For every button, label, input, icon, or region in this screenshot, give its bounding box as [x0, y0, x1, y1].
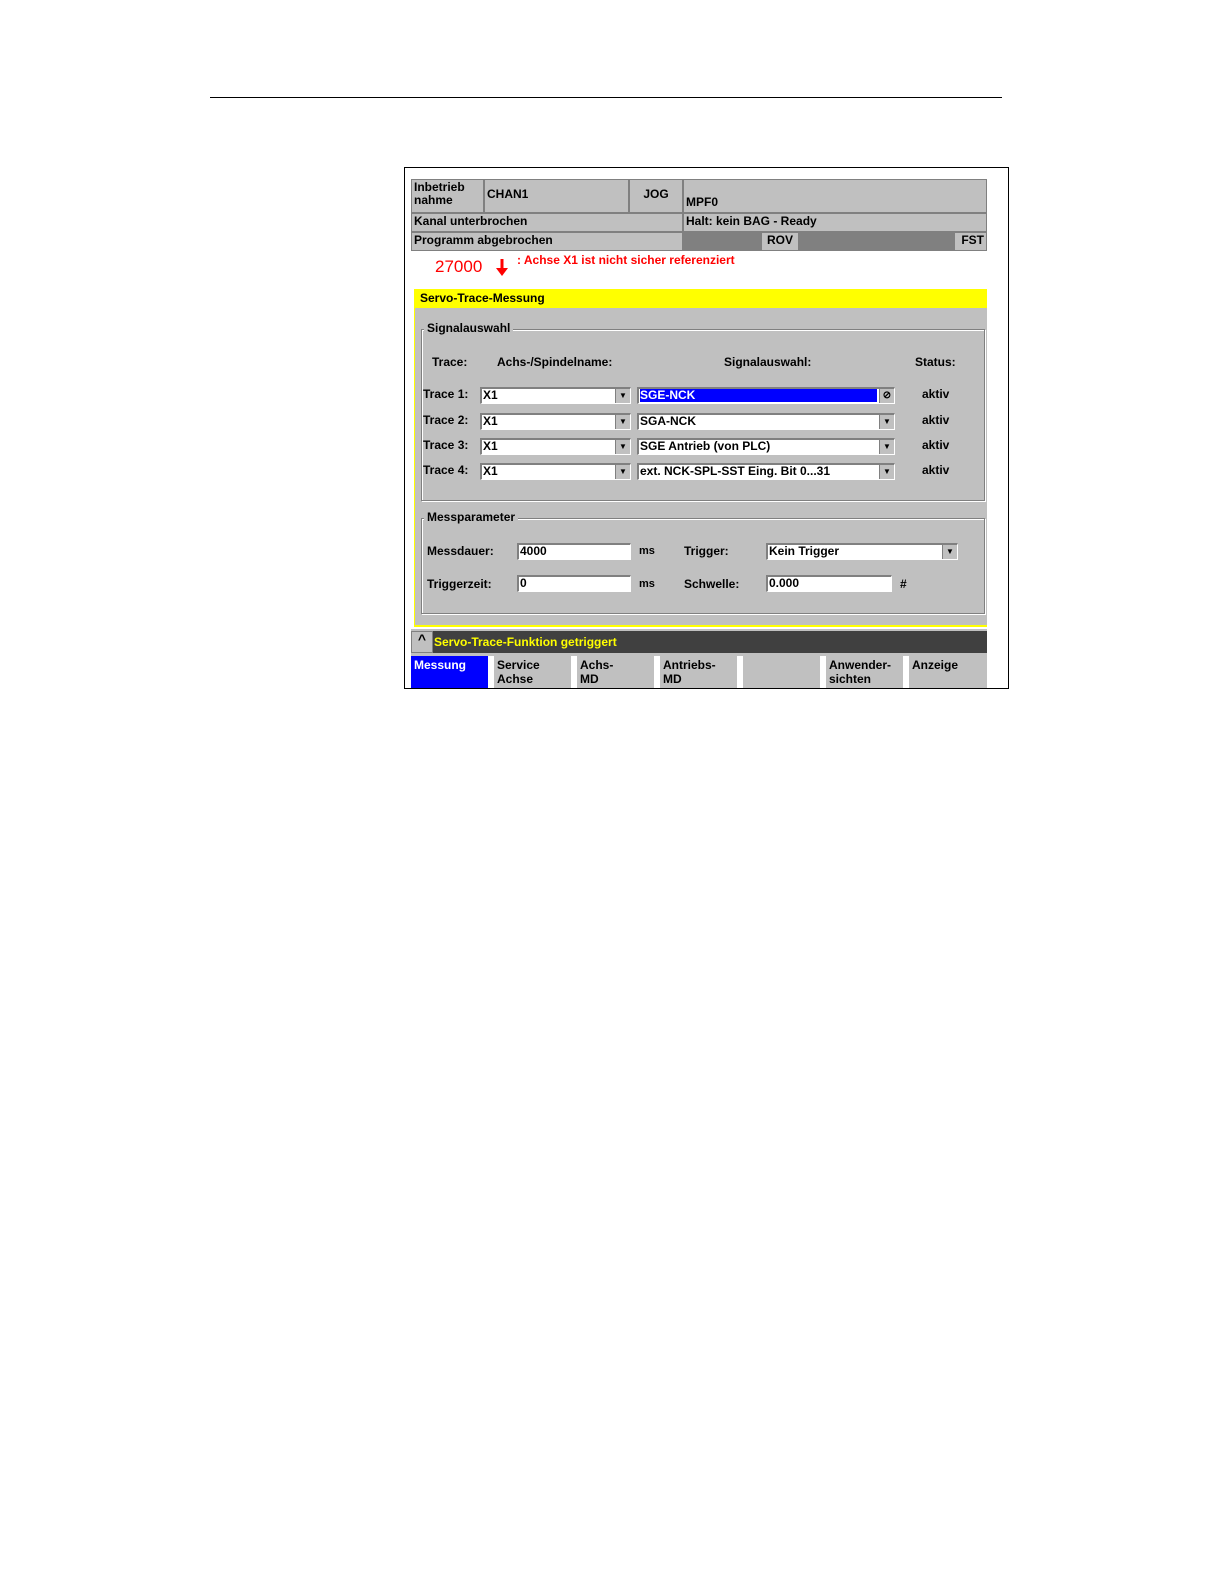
softkey-achs-md-line2: MD: [580, 672, 599, 686]
recall-caret-button[interactable]: ^: [411, 631, 433, 653]
chevron-down-icon[interactable]: ▼: [879, 440, 894, 454]
softkey-anzeige-line1: Anzeige: [912, 658, 959, 672]
alarm-line: 27000 : Achse X1 ist nicht sicher refere…: [411, 251, 987, 284]
trace-2-signal-value: SGA-NCK: [640, 414, 696, 428]
trace-3-signal-value: SGE Antrieb (von PLC): [640, 439, 771, 453]
softkey-anwender-sichten-line2: sichten: [829, 672, 872, 686]
program-field: MPF0: [683, 179, 987, 213]
trace-3-axis-combo[interactable]: X1 ▼: [480, 438, 631, 455]
signal-selection-legend: Signalauswahl: [424, 321, 514, 335]
softkey-achs-md-line1: Achs-: [580, 658, 614, 672]
trigger-select[interactable]: Kein Trigger ▼: [766, 543, 958, 560]
schwelle-input[interactable]: 0.000: [766, 575, 892, 592]
softkey-empty[interactable]: [743, 656, 826, 688]
channel-field: CHAN1: [484, 179, 629, 213]
softkey-antriebs-md[interactable]: Antriebs- MD: [660, 656, 743, 688]
triggerzeit-label: Triggerzeit:: [427, 577, 492, 591]
halt-status-field: Halt: kein BAG - Ready: [683, 213, 987, 232]
trace-2-signal-combo[interactable]: SGA-NCK ▼: [637, 413, 895, 430]
trace-1-axis-value: X1: [483, 388, 498, 402]
hmi-screen: Inbetrieb nahme CHAN1 JOG MPF0 Kanal unt…: [411, 179, 987, 688]
page-header-rule: [210, 97, 1002, 98]
softkey-messung[interactable]: Messung: [411, 656, 494, 688]
softkey-service-achse-line1: Service: [497, 658, 540, 672]
message-text: Servo-Trace-Funktion getriggert: [434, 635, 617, 649]
col-header-axis: Achs-/Spindelname:: [497, 355, 613, 369]
softkey-anwender-sichten-line1: Anwender-: [829, 658, 892, 672]
softkey-anzeige[interactable]: Anzeige: [909, 656, 987, 688]
mode-field: JOG: [629, 179, 683, 213]
chevron-down-icon[interactable]: ▼: [879, 415, 894, 429]
fst-indicator: FST: [954, 232, 987, 251]
trace-1-label: Trace 1:: [423, 387, 469, 401]
trace-2-axis-value: X1: [483, 414, 498, 428]
window-title: Servo-Trace-Messung: [414, 289, 987, 308]
trace-3-label: Trace 3:: [423, 438, 469, 452]
trace-3-signal-combo[interactable]: SGE Antrieb (von PLC) ▼: [637, 438, 895, 455]
status-spacer-2: [799, 232, 954, 251]
channel-status-field: Kanal unterbrochen: [411, 213, 683, 232]
softkey-messung-line1: Messung: [414, 658, 467, 672]
softkey-service-achse[interactable]: Service Achse: [494, 656, 577, 688]
measure-params-legend: Messparameter: [424, 510, 519, 524]
trace-3-status: aktiv: [922, 438, 950, 452]
softkey-antriebs-md-line1: Antriebs-: [663, 658, 716, 672]
trace-4-label: Trace 4:: [423, 463, 469, 477]
trace-1-status: aktiv: [922, 387, 950, 401]
messdauer-input[interactable]: 4000: [517, 543, 631, 560]
alarm-arrow-down-icon: [496, 259, 508, 276]
alarm-text: : Achse X1 ist nicht sicher referenziert: [517, 253, 735, 267]
softkey-antriebs-md-line2: MD: [663, 672, 682, 686]
trace-1-signal-value: SGE-NCK: [640, 389, 877, 402]
message-line: ^ Servo-Trace-Funktion getriggert: [411, 631, 987, 653]
operating-area-field: Inbetrieb nahme: [411, 179, 484, 213]
col-header-signal: Signalauswahl:: [724, 355, 812, 369]
softkey-achs-md[interactable]: Achs- MD: [577, 656, 660, 688]
trace-2-label: Trace 2:: [423, 413, 469, 427]
trace-1-axis-combo[interactable]: X1 ▼: [480, 387, 631, 404]
softkey-anwender-sichten[interactable]: Anwender- sichten: [826, 656, 909, 688]
col-header-status: Status:: [915, 355, 956, 369]
chevron-down-icon[interactable]: ▼: [942, 545, 957, 559]
trace-4-signal-value: ext. NCK-SPL-SST Eing. Bit 0...31: [640, 464, 831, 478]
trace-4-status: aktiv: [922, 463, 950, 477]
alarm-number: 27000: [435, 257, 483, 276]
chevron-down-icon[interactable]: ▼: [615, 415, 630, 429]
schwelle-label: Schwelle:: [684, 577, 740, 591]
messdauer-label: Messdauer:: [427, 544, 494, 558]
messdauer-unit: ms: [639, 545, 655, 557]
trace-4-signal-combo[interactable]: ext. NCK-SPL-SST Eing. Bit 0...31 ▼: [637, 463, 895, 480]
edit-icon[interactable]: ⊘: [879, 389, 894, 403]
rov-indicator: ROV: [761, 232, 799, 251]
trace-4-axis-combo[interactable]: X1 ▼: [480, 463, 631, 480]
trace-3-axis-value: X1: [483, 439, 498, 453]
softkey-service-achse-line2: Achse: [497, 672, 534, 686]
trace-2-status: aktiv: [922, 413, 950, 427]
trigger-label: Trigger:: [684, 544, 729, 558]
status-spacer: [683, 232, 761, 251]
measure-params-group: [421, 518, 985, 614]
chevron-down-icon[interactable]: ▼: [615, 389, 630, 403]
trigger-value: Kein Trigger: [769, 544, 840, 558]
chevron-down-icon[interactable]: ▼: [615, 465, 630, 479]
triggerzeit-unit: ms: [639, 578, 655, 590]
trace-4-axis-value: X1: [483, 464, 498, 478]
schwelle-unit: #: [900, 577, 907, 591]
chevron-down-icon[interactable]: ▼: [615, 440, 630, 454]
chevron-down-icon[interactable]: ▼: [879, 465, 894, 479]
triggerzeit-input[interactable]: 0: [517, 575, 631, 592]
screenshot-frame: Inbetrieb nahme CHAN1 JOG MPF0 Kanal unt…: [404, 167, 1009, 689]
trace-1-signal-combo[interactable]: SGE-NCK ⊘: [637, 387, 895, 404]
operating-area-line2: nahme: [414, 193, 453, 207]
col-header-trace: Trace:: [432, 355, 468, 369]
trace-2-axis-combo[interactable]: X1 ▼: [480, 413, 631, 430]
program-status-field: Programm abgebrochen: [411, 232, 683, 251]
